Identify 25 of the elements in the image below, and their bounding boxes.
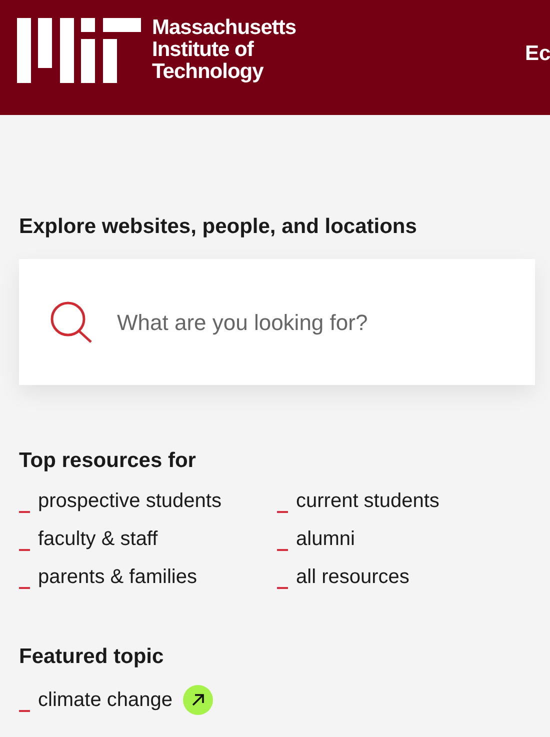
section-heading: Featured topic (19, 644, 165, 670)
dash-icon (19, 511, 30, 513)
nav-link[interactable]: Ec (525, 38, 550, 70)
resource-link[interactable]: alumni (277, 525, 355, 553)
topic-link[interactable]: climate change (19, 686, 173, 714)
search-field[interactable]: What are you looking for? (117, 306, 477, 338)
resource-link[interactable]: all resources (277, 563, 410, 591)
resource-link[interactable]: parents & families (19, 563, 197, 591)
dash-icon (277, 587, 288, 589)
logo-text: Technology (152, 61, 264, 83)
section-heading: Top resources for (19, 448, 197, 474)
logo-text: Institute of (152, 39, 255, 61)
logo-text: Massachusetts (152, 17, 296, 39)
resource-link[interactable]: prospective students (19, 487, 222, 515)
logo-wordmark[interactable]: Massachusetts Institute of Technology (152, 17, 296, 83)
logo-icon (17, 18, 141, 83)
dash-icon (277, 549, 288, 551)
dash-icon (19, 587, 30, 589)
dash-icon (277, 511, 288, 513)
search-heading: Explore websites, people, and locations (19, 214, 418, 240)
dash-icon (19, 710, 30, 712)
search-icon (49, 300, 93, 344)
resource-link[interactable]: faculty & staff (19, 525, 158, 553)
resource-link[interactable]: current students (277, 487, 440, 515)
dash-icon (19, 549, 30, 551)
